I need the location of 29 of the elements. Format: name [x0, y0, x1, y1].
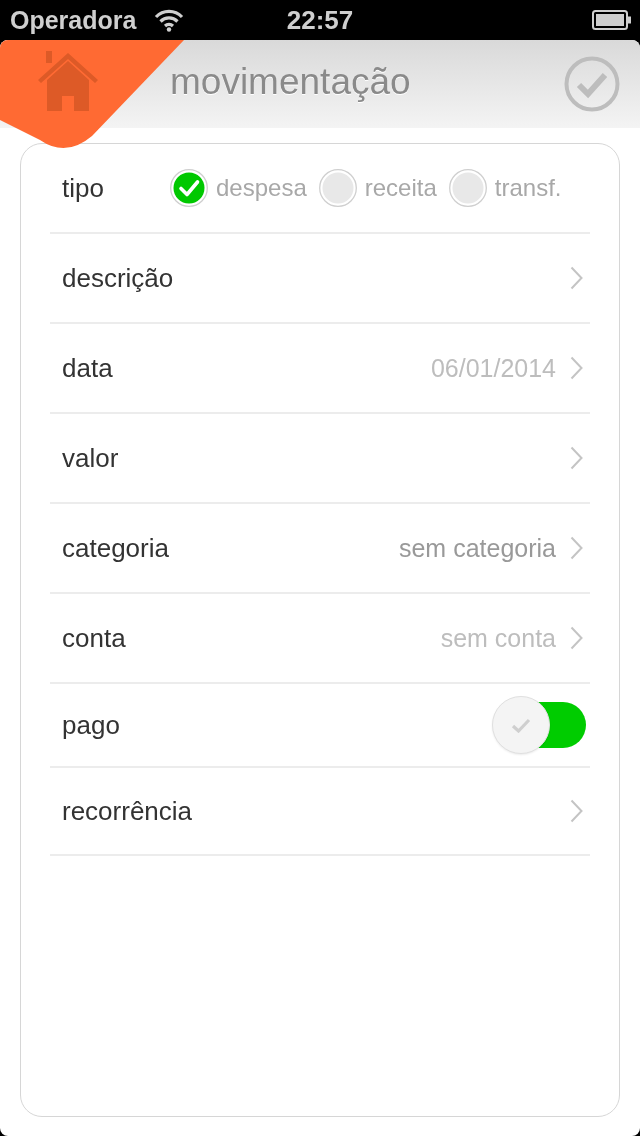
chevron-right-icon[interactable] [570, 536, 583, 560]
wifi-icon [154, 8, 185, 32]
field-label: data [62, 352, 113, 384]
field-value: sem categoria [398, 533, 556, 563]
chevron-right-icon[interactable] [570, 356, 583, 380]
chevron-right-icon[interactable] [570, 799, 583, 823]
radio-option[interactable]: receita [318, 169, 437, 207]
field-label: valor [62, 442, 119, 474]
chevron-right-icon[interactable] [570, 266, 583, 290]
field-value: sem conta [440, 623, 556, 653]
battery-icon [592, 10, 632, 30]
radio-option[interactable]: transf. [448, 169, 562, 207]
radio-option[interactable]: despesa [170, 169, 307, 207]
chevron-right-icon[interactable] [570, 626, 583, 650]
screen-title: movimentação [170, 61, 412, 103]
field-label: pago [62, 709, 120, 741]
field-label: descrição [62, 262, 174, 294]
chevron-right-icon[interactable] [570, 446, 583, 470]
field-label: categoria [62, 532, 169, 564]
check-icon [511, 717, 531, 733]
field-value: 06/01/2014 [430, 353, 556, 383]
field-label: recorrência [62, 795, 193, 827]
field-label: conta [62, 622, 126, 654]
home-icon [38, 51, 98, 111]
toggle-switch[interactable] [492, 696, 586, 754]
check-circle-icon[interactable] [564, 56, 620, 112]
clock-time: 22:57 [286, 5, 354, 36]
carrier-name: Operadora [10, 5, 137, 35]
field-label: tipo [62, 172, 105, 204]
